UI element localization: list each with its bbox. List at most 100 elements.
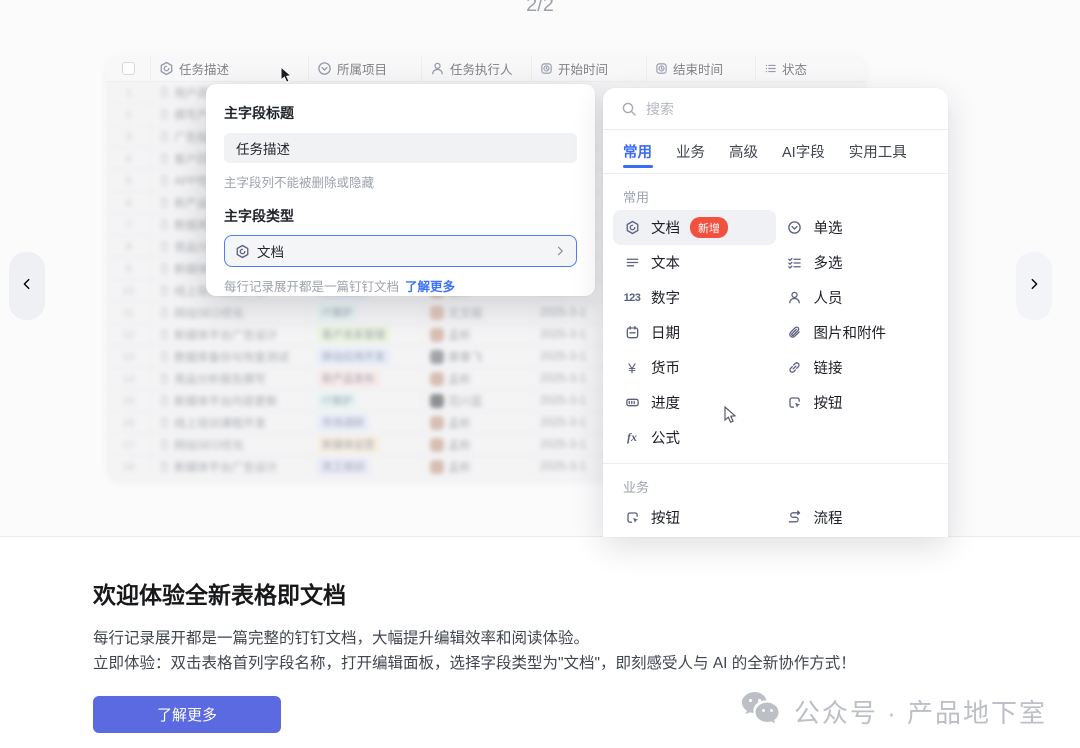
select-all-checkbox-cell[interactable] — [107, 56, 150, 81]
primary-field-type-select[interactable]: 文档 — [224, 235, 577, 267]
field-type-label: 货币 — [651, 357, 680, 378]
tab-业务[interactable]: 业务 — [676, 130, 705, 173]
doc-file-icon — [159, 373, 170, 384]
assignee-cell[interactable]: 孟析 — [421, 434, 531, 455]
tab-高级[interactable]: 高级 — [729, 130, 758, 173]
task-cell[interactable]: 网站SEO优化 — [150, 434, 308, 455]
search-icon — [621, 101, 637, 117]
row-number: 4 — [107, 148, 150, 169]
field-type-item-日期[interactable]: 日期 — [613, 315, 776, 350]
field-type-item-单选[interactable]: 单选 — [776, 210, 939, 245]
column-header-label: 状态 — [782, 59, 807, 78]
project-cell[interactable]: 移动应用开发 — [308, 346, 421, 367]
assignee-cell[interactable]: 文文娅 — [421, 302, 531, 323]
yen-icon: ¥ — [623, 360, 641, 376]
status-list-icon — [764, 62, 777, 75]
carousel-slide-area: 2/2 任务描述所属项目任务执行人开始时间结束时间状态 1用户调研2撰写产品方案… — [0, 0, 1080, 537]
project-cell[interactable]: IT维护 — [308, 302, 421, 323]
avatar — [430, 328, 444, 342]
field-type-item-流程[interactable]: 流程 — [776, 500, 939, 535]
field-type-label: 流程 — [814, 507, 843, 528]
select-all-checkbox[interactable] — [122, 62, 135, 75]
new-badge: 新增 — [690, 217, 728, 238]
doc-file-icon — [159, 153, 170, 164]
tab-AI字段[interactable]: AI字段 — [782, 130, 825, 173]
task-cell[interactable]: 竞品分析报告撰写 — [150, 368, 308, 389]
field-type-item-文本[interactable]: 文本 — [613, 245, 776, 280]
field-type-item-按钮[interactable]: 按钮 — [613, 500, 776, 535]
avatar — [430, 416, 444, 430]
row-number: 11 — [107, 302, 150, 323]
column-header-4[interactable]: 结束时间 — [646, 56, 755, 81]
column-header-0[interactable]: 任务描述 — [150, 56, 308, 81]
doc-file-icon — [159, 329, 170, 340]
column-header-2[interactable]: 任务执行人 — [421, 56, 531, 81]
flow-icon — [786, 510, 804, 525]
select-circle-icon — [317, 61, 332, 76]
task-cell[interactable]: 新媒体平台广告设计 — [150, 324, 308, 345]
column-header-5[interactable]: 状态 — [755, 56, 865, 81]
project-cell[interactable]: 新产品发布 — [308, 368, 421, 389]
row-number: 12 — [107, 324, 150, 345]
primary-field-title-label: 主字段标题 — [224, 103, 577, 123]
field-type-label: 数字 — [651, 287, 680, 308]
learn-more-button[interactable]: 了解更多 — [93, 696, 281, 733]
field-type-grid-common: 文档新增单选文本多选123数字人员日期图片和附件¥货币链接进度按钮fx公式 — [603, 210, 948, 455]
project-cell[interactable]: 新媒体运营 — [308, 434, 421, 455]
next-slide-button[interactable] — [1016, 252, 1052, 320]
field-type-label: 进度 — [651, 392, 680, 413]
assignee-cell[interactable]: 孟析 — [421, 368, 531, 389]
field-type-item-多选[interactable]: 多选 — [776, 245, 939, 280]
task-cell[interactable]: 线上培训课程开发 — [150, 412, 308, 433]
field-type-item-按钮[interactable]: 按钮 — [776, 385, 939, 420]
column-header-3[interactable]: 开始时间 — [531, 56, 646, 81]
assignee-cell[interactable]: 章章飞 — [421, 346, 531, 367]
paperclip-icon — [786, 325, 804, 340]
field-type-item-进度[interactable]: 进度 — [613, 385, 776, 420]
column-header-label: 开始时间 — [558, 59, 608, 78]
chevron-right-icon — [554, 245, 566, 257]
doc-hex-icon — [623, 220, 641, 235]
assignee-cell[interactable]: 孟析 — [421, 412, 531, 433]
doc-file-icon — [159, 285, 170, 296]
task-cell[interactable]: 新媒体平台内容更新 — [150, 390, 308, 411]
task-cell[interactable]: 数据库备份与恢复测试 — [150, 346, 308, 367]
search-input[interactable] — [646, 101, 930, 117]
watermark-text: 公众号 · 产品地下室 — [794, 693, 1047, 730]
tab-实用工具[interactable]: 实用工具 — [849, 130, 907, 173]
field-type-item-公式[interactable]: fx公式 — [613, 420, 776, 455]
project-cell[interactable]: 市场调研 — [308, 412, 421, 433]
promo-title: 欢迎体验全新表格即文档 — [93, 576, 346, 610]
watermark: 公众号 · 产品地下室 — [738, 690, 1047, 733]
project-cell[interactable]: 客户关系管理 — [308, 324, 421, 345]
prev-slide-button[interactable] — [9, 252, 45, 320]
tab-常用[interactable]: 常用 — [623, 130, 652, 173]
row-number: 2 — [107, 104, 150, 125]
column-header-1[interactable]: 所属项目 — [308, 56, 421, 81]
field-type-item-人员[interactable]: 人员 — [776, 280, 939, 315]
assignee-cell[interactable]: 孟析 — [421, 456, 531, 477]
task-cell[interactable]: 新媒体平台广告设计 — [150, 456, 308, 477]
field-type-item-数字[interactable]: 123数字 — [613, 280, 776, 315]
avatar — [430, 306, 444, 320]
project-cell[interactable]: 员工培训 — [308, 456, 421, 477]
doc-file-icon — [159, 109, 170, 120]
task-cell[interactable]: 网站SEO优化 — [150, 302, 308, 323]
primary-field-title-input[interactable] — [224, 133, 577, 163]
field-type-search — [603, 88, 948, 130]
assignee-cell[interactable]: 孟析 — [421, 324, 531, 345]
field-type-item-货币[interactable]: ¥ 货币 — [613, 350, 776, 385]
chevron-right-icon — [1027, 277, 1041, 296]
learn-more-link[interactable]: 了解更多 — [405, 276, 455, 295]
doc-file-icon — [159, 241, 170, 252]
doc-file-icon — [159, 351, 170, 362]
field-type-label: 图片和附件 — [814, 322, 887, 343]
project-cell[interactable]: IT维护 — [308, 390, 421, 411]
field-type-item-链接[interactable]: 链接 — [776, 350, 939, 385]
field-type-item-文档[interactable]: 文档新增 — [613, 210, 776, 245]
link-icon — [786, 360, 804, 375]
assignee-cell[interactable]: 范川蓝 — [421, 390, 531, 411]
column-header-label: 所属项目 — [337, 59, 387, 78]
field-type-label: 文档 — [651, 217, 680, 238]
field-type-item-图片和附件[interactable]: 图片和附件 — [776, 315, 939, 350]
